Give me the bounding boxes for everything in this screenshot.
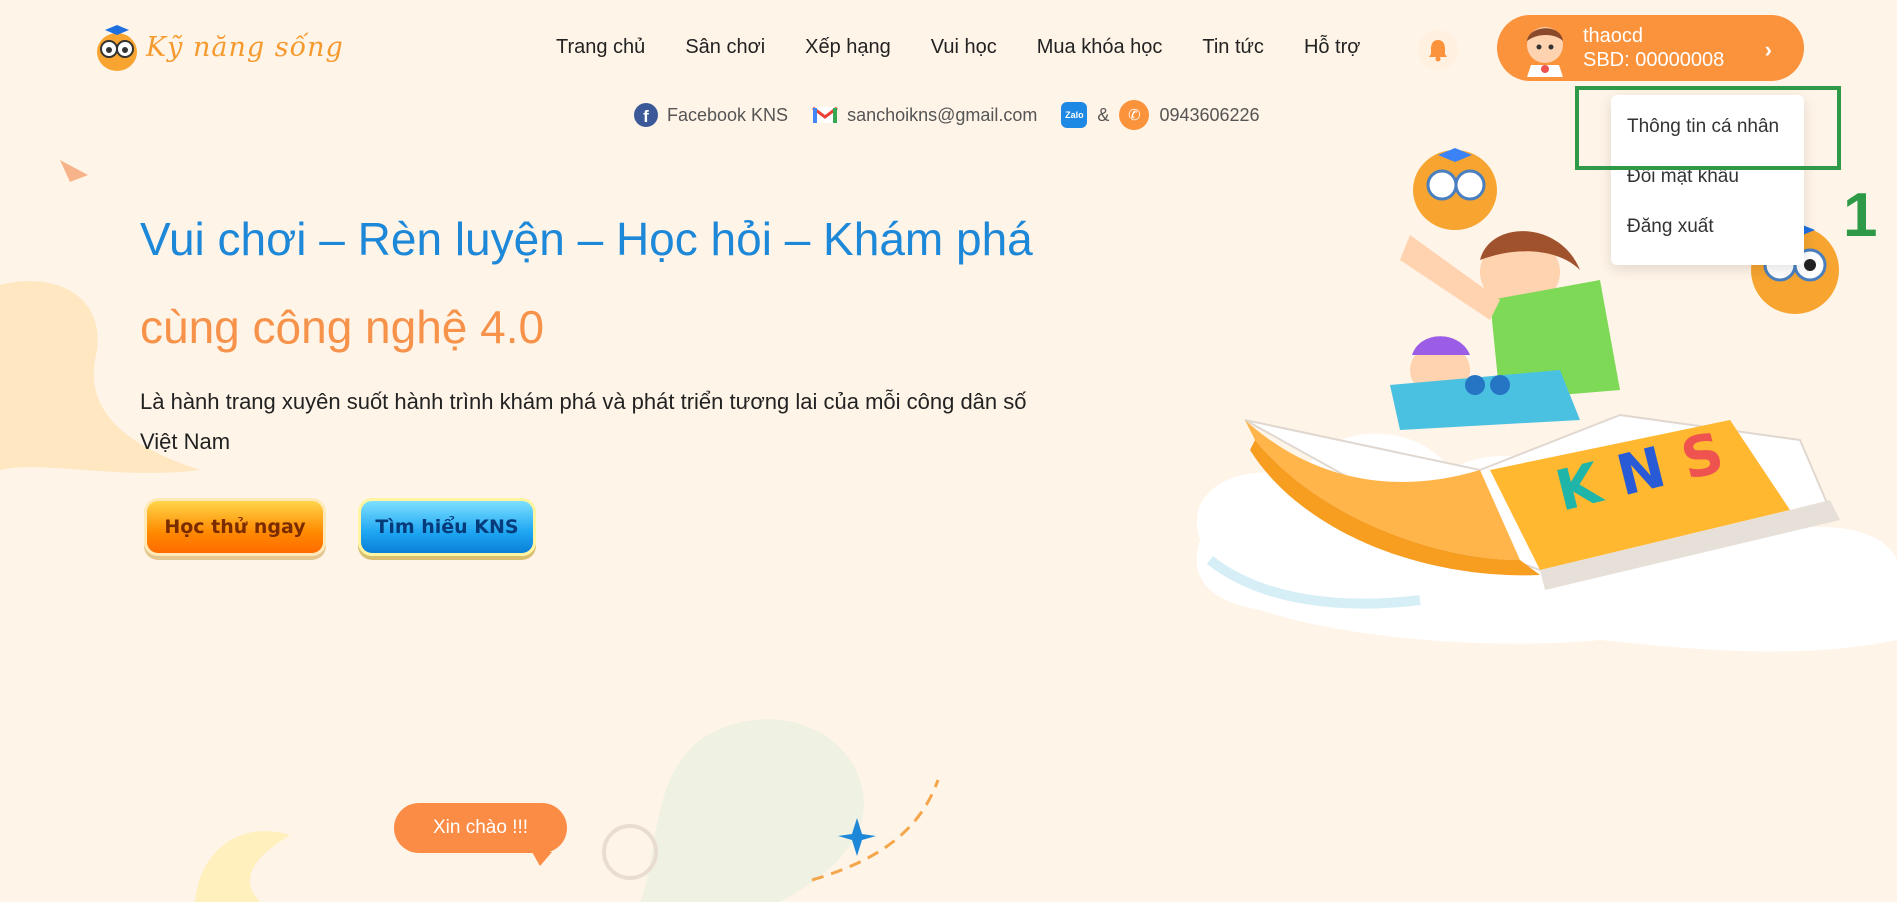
avatar xyxy=(1527,27,1563,77)
owl-logo-icon xyxy=(97,25,137,71)
chevron-right-icon: › xyxy=(1764,37,1772,62)
nav-item-support[interactable]: Hỗ trợ xyxy=(1304,36,1360,59)
menu-item-logout[interactable]: Đăng xuất xyxy=(1611,217,1804,267)
phone-contact[interactable]: Zalo & ✆ 0943606226 xyxy=(1061,100,1260,130)
user-sbd: SBD: 00000008 xyxy=(1583,49,1725,71)
nav-item-home[interactable]: Trang chủ xyxy=(556,36,645,59)
nav-item-playground[interactable]: Sân chơi xyxy=(685,36,765,59)
facebook-contact[interactable]: f Facebook KNS xyxy=(634,103,788,127)
annotation-number: 1 xyxy=(1843,181,1878,250)
nav-item-fun-learning[interactable]: Vui học xyxy=(931,36,997,59)
user-info: thaocd SBD: 00000008 xyxy=(1583,24,1724,72)
phone-label: 0943606226 xyxy=(1159,104,1260,125)
facebook-icon: f xyxy=(634,103,658,127)
site-logo[interactable]: Kỹ năng sống xyxy=(94,22,344,72)
hero-description: Là hành trang xuyên suốt hành trình khám… xyxy=(140,389,1027,454)
hero-subtitle: cùng công nghệ 4.0 xyxy=(140,301,545,353)
nav-item-ranking[interactable]: Xếp hạng xyxy=(805,36,891,59)
username: thaocd xyxy=(1583,25,1644,47)
book-letter-k: K xyxy=(1549,450,1608,525)
zalo-icon: Zalo xyxy=(1061,102,1088,128)
hello-bubble: Xin chào !!! xyxy=(394,803,567,853)
bell-icon xyxy=(1429,40,1447,62)
book-letter-n: N xyxy=(1610,434,1672,510)
phone-icon: ✆ xyxy=(1119,100,1150,130)
nav-item-news[interactable]: Tin tức xyxy=(1202,36,1264,59)
annotation-highlight-box xyxy=(1575,86,1841,170)
notification-button[interactable] xyxy=(1418,30,1458,70)
email-label: sanchoikns@gmail.com xyxy=(847,104,1038,125)
book-letters: K N S xyxy=(1550,420,1730,524)
facebook-label: Facebook KNS xyxy=(667,104,789,125)
user-menu-button[interactable]: thaocd SBD: 00000008 › xyxy=(1497,15,1804,81)
main-nav: Trang chủ Sân chơi Xếp hạng Vui học Mua … xyxy=(556,36,1360,59)
try-now-button[interactable]: Học thử ngay xyxy=(144,498,326,556)
hero-title: Vui chơi – Rèn luyện – Học hỏi – Khám ph… xyxy=(140,213,1033,265)
contact-bar: f Facebook KNS sanchoikns@gmail.com Zalo… xyxy=(634,100,1284,130)
contact-separator: & xyxy=(1097,104,1110,125)
menu-item-change-password[interactable]: Đổi mật khẩu xyxy=(1611,167,1804,217)
learn-kns-button[interactable]: Tìm hiểu KNS xyxy=(358,498,536,556)
email-contact[interactable]: sanchoikns@gmail.com xyxy=(812,105,1037,126)
book-letter-s: S xyxy=(1675,420,1730,494)
logo-text: Kỹ năng sống xyxy=(146,31,344,63)
bubble-tail xyxy=(532,852,552,866)
gmail-icon xyxy=(812,106,838,123)
nav-item-buy-course[interactable]: Mua khóa học xyxy=(1037,36,1163,59)
